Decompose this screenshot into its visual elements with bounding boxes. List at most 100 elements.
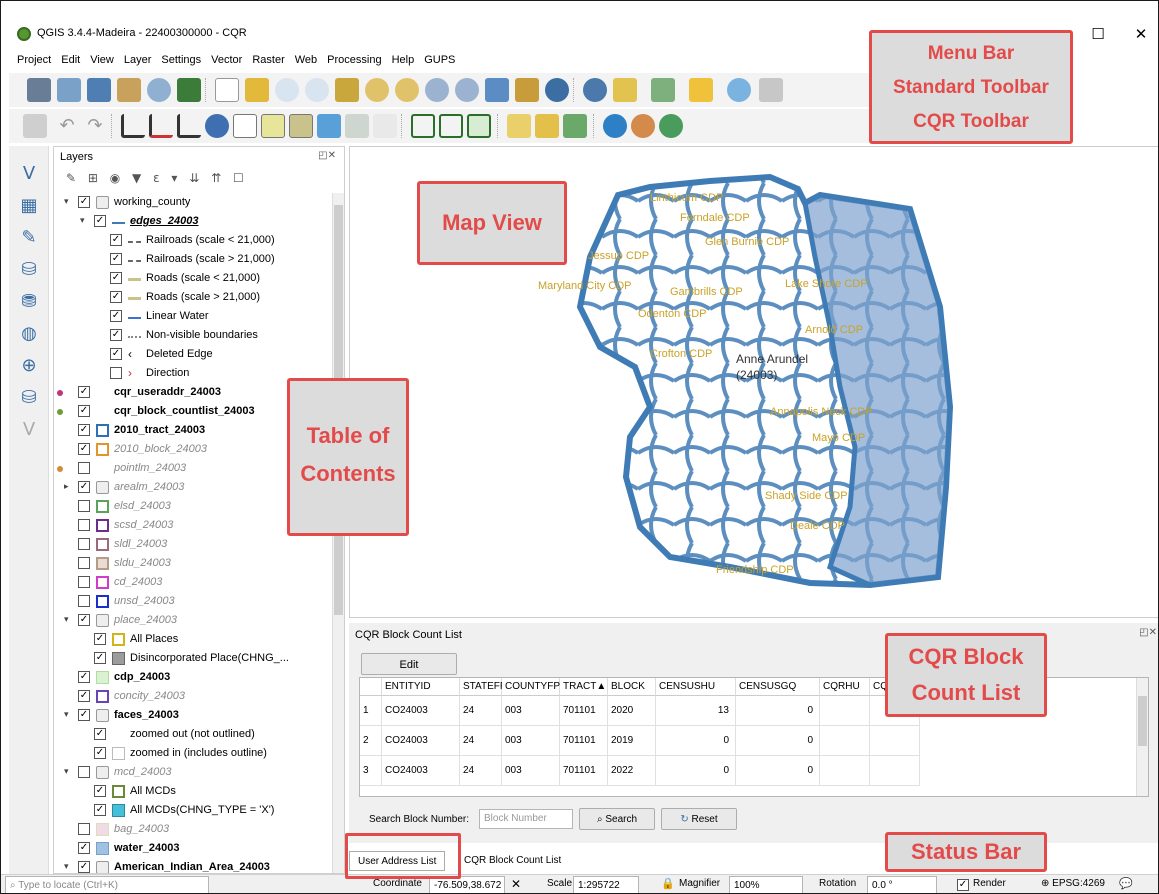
layer-visibility-checkbox[interactable]: ✓ xyxy=(78,709,90,721)
form-icon[interactable] xyxy=(261,114,285,138)
layer-row[interactable]: ▾ ✓ faces_24003 xyxy=(54,706,334,725)
refresh-icon[interactable] xyxy=(545,78,569,102)
expand-arrow-icon[interactable]: ▾ xyxy=(64,858,69,873)
globe-icon[interactable] xyxy=(603,114,627,138)
menu-raster[interactable]: Raster xyxy=(252,50,284,70)
scale-field[interactable]: 1:295722 xyxy=(573,876,639,893)
add-wcs-icon[interactable]: ⛁ xyxy=(17,386,41,410)
layers-toolbar-icons[interactable]: ✎ ⊞ ◉ ▼ ε ▾ ⇊ ⇈ ☐ xyxy=(66,171,248,185)
save-project-icon[interactable] xyxy=(27,78,51,102)
layer-visibility-checkbox[interactable] xyxy=(78,595,90,607)
layer-visibility-checkbox[interactable]: ✓ xyxy=(78,690,90,702)
layer-visibility-checkbox[interactable]: ✓ xyxy=(110,310,122,322)
layer-visibility-checkbox[interactable]: ✓ xyxy=(94,633,106,645)
table-cell[interactable]: 13 xyxy=(656,696,736,726)
layer-visibility-checkbox[interactable]: ✓ xyxy=(110,253,122,265)
measure-icon[interactable] xyxy=(759,78,783,102)
layer-visibility-checkbox[interactable]: ✓ xyxy=(94,747,106,759)
deselect-icon[interactable] xyxy=(689,78,713,102)
column-header[interactable]: CQRHU xyxy=(820,678,870,696)
report-icon[interactable] xyxy=(233,114,257,138)
add-raster-layer-icon[interactable]: ▦ xyxy=(17,194,41,218)
layer-visibility-checkbox[interactable] xyxy=(78,462,90,474)
layer-row[interactable]: bag_24003 xyxy=(54,820,334,839)
expand-arrow-icon[interactable]: ▾ xyxy=(64,706,69,725)
zoom-back-icon[interactable] xyxy=(177,78,201,102)
layer-visibility-checkbox[interactable]: ✓ xyxy=(78,196,90,208)
layer-row[interactable]: ✓ zoomed in (includes outline) xyxy=(54,744,334,763)
add-wfs-icon[interactable]: ⊕ xyxy=(17,354,41,378)
table-cell[interactable] xyxy=(820,696,870,726)
identify-icon[interactable] xyxy=(147,78,171,102)
style-manager-icon[interactable] xyxy=(117,78,141,102)
layer-visibility-checkbox[interactable] xyxy=(78,766,90,778)
lock-icon[interactable]: 🔒 xyxy=(661,877,675,890)
layer-visibility-checkbox[interactable]: ✓ xyxy=(78,861,90,873)
layer-row[interactable]: ▾ mcd_24003 xyxy=(54,763,334,782)
new-map-view-icon[interactable] xyxy=(485,78,509,102)
layer-row[interactable]: ▾ ✓ working_county xyxy=(54,193,334,212)
export-icon[interactable] xyxy=(535,114,559,138)
measure-line-icon[interactable] xyxy=(373,114,397,138)
layer-visibility-checkbox[interactable]: ✓ xyxy=(110,329,122,341)
layer-row[interactable]: sldl_24003 xyxy=(54,535,334,554)
new-layout-icon[interactable] xyxy=(57,78,81,102)
table-cell[interactable]: 701101 xyxy=(560,696,608,726)
menu-help[interactable]: Help xyxy=(392,50,415,70)
layer-visibility-checkbox[interactable]: ✓ xyxy=(94,785,106,797)
add-vector-layer-icon[interactable]: V xyxy=(17,162,41,186)
expand-arrow-icon[interactable]: ▾ xyxy=(64,763,69,782)
add-wms-icon[interactable]: ◍ xyxy=(17,322,41,346)
menu-web[interactable]: Web xyxy=(295,50,317,70)
table-cell[interactable]: 24 xyxy=(460,726,502,756)
layer-visibility-checkbox[interactable] xyxy=(78,557,90,569)
table-cell[interactable]: CO24003 xyxy=(382,696,460,726)
layer-visibility-checkbox[interactable]: ✓ xyxy=(78,614,90,626)
add-postgis-icon[interactable]: ⛃ xyxy=(17,290,41,314)
row-number[interactable]: 1 xyxy=(360,696,382,726)
menu-processing[interactable]: Processing xyxy=(327,50,381,70)
identify-features-icon[interactable] xyxy=(583,78,607,102)
layer-row[interactable]: ✓ concity_24003 xyxy=(54,687,334,706)
menu-layer[interactable]: Layer xyxy=(124,50,152,70)
row-number[interactable]: 3 xyxy=(360,756,382,786)
magnifier-field[interactable]: 100% xyxy=(729,876,803,893)
add-point-icon[interactable] xyxy=(121,114,145,138)
table-cell[interactable]: 2022 xyxy=(608,756,656,786)
review-icon[interactable] xyxy=(317,114,341,138)
layer-visibility-checkbox[interactable] xyxy=(78,576,90,588)
layer-visibility-checkbox[interactable]: ✓ xyxy=(110,348,122,360)
layer-row[interactable]: ✓ ‹ Deleted Edge xyxy=(54,345,334,364)
zoom-last-icon[interactable] xyxy=(425,78,449,102)
layer-visibility-checkbox[interactable]: ✓ xyxy=(110,272,122,284)
layer-visibility-checkbox[interactable]: ✓ xyxy=(94,215,106,227)
table-scrollbar[interactable] xyxy=(1136,678,1148,796)
table-cell[interactable]: 0 xyxy=(736,726,820,756)
tab-cqr-block-count-list[interactable]: CQR Block Count List xyxy=(456,851,569,871)
edit-polygon-icon[interactable] xyxy=(439,114,463,138)
menu-vector[interactable]: Vector xyxy=(211,50,242,70)
layer-row[interactable]: ✓ Non-visible boundaries xyxy=(54,326,334,345)
layer-visibility-checkbox[interactable]: ✓ xyxy=(110,291,122,303)
menu-edit[interactable]: Edit xyxy=(61,50,80,70)
zoom-to-layer-icon[interactable] xyxy=(395,78,419,102)
add-web-layer-icon[interactable] xyxy=(659,114,683,138)
layer-row[interactable]: ▾ ✓ place_24003 xyxy=(54,611,334,630)
edit-tools-icon[interactable] xyxy=(23,114,47,138)
table-cell[interactable]: 003 xyxy=(502,696,560,726)
layer-row[interactable]: ✓ All MCDs(CHNG_TYPE = 'X') xyxy=(54,801,334,820)
layer-visibility-checkbox[interactable]: ✓ xyxy=(78,671,90,683)
tree-icon[interactable] xyxy=(345,114,369,138)
column-header[interactable]: TRACT▲ xyxy=(560,678,608,696)
select-features-icon[interactable] xyxy=(613,78,637,102)
layer-visibility-checkbox[interactable]: ✓ xyxy=(78,405,90,417)
attribute-table-icon[interactable] xyxy=(651,78,675,102)
table-cell[interactable]: 003 xyxy=(502,726,560,756)
crs-button[interactable]: ⊕ EPSG:4269 xyxy=(1041,878,1105,889)
layer-row[interactable]: ✓ All Places xyxy=(54,630,334,649)
delete-point-icon[interactable] xyxy=(149,114,173,138)
row-number[interactable]: 2 xyxy=(360,726,382,756)
layer-visibility-checkbox[interactable] xyxy=(78,538,90,550)
table-cell[interactable]: 2019 xyxy=(608,726,656,756)
menu-project[interactable]: Project xyxy=(17,50,51,70)
